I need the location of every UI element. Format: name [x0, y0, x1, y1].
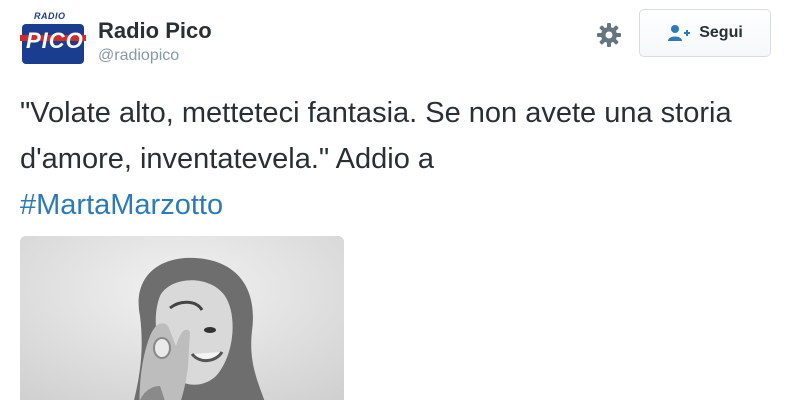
tweet-body: "Volate alto, metteteci fantasia. Se non…: [20, 97, 732, 175]
add-user-icon: [668, 25, 691, 41]
avatar-brand-top: RADIO: [34, 11, 66, 21]
photo-portrait: [20, 236, 344, 400]
tweet-text: "Volate alto, metteteci fantasia. Se non…: [20, 90, 790, 228]
follow-label: Segui: [699, 24, 743, 41]
display-name[interactable]: Radio Pico: [98, 18, 212, 44]
follow-button[interactable]: Segui: [639, 9, 771, 57]
user-handle[interactable]: @radiopico: [98, 47, 179, 65]
avatar-brand-main: PICO: [26, 28, 84, 53]
avatar[interactable]: RADIO PICO: [20, 7, 86, 73]
hashtag-link[interactable]: #MartaMarzotto: [20, 189, 223, 221]
tweet-photo[interactable]: [20, 236, 344, 400]
gear-icon[interactable]: [596, 22, 622, 48]
